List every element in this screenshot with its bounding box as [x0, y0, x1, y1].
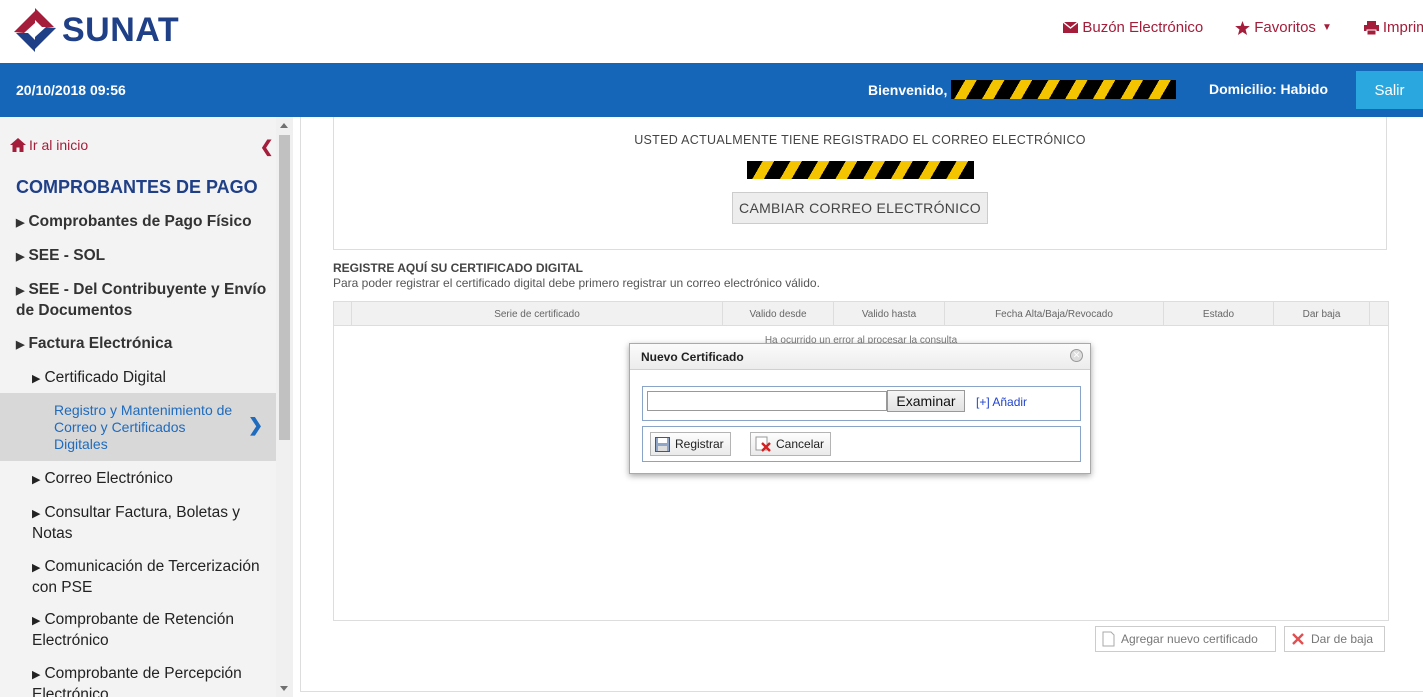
favoritos-link[interactable]: Favoritos ▼ — [1235, 19, 1332, 36]
caret-down-icon: ▼ — [1321, 22, 1332, 33]
domicilio-status: Domicilio: Habido — [1209, 81, 1328, 97]
cert-section-subtitle: Para poder registrar el certificado digi… — [333, 276, 820, 290]
sidebar-item-see-sol[interactable]: ▶ SEE - SOL — [16, 246, 271, 267]
save-disk-icon — [655, 436, 670, 452]
star-icon — [1235, 20, 1251, 35]
sidebar-item-label: Factura Electrónica — [28, 335, 173, 352]
buzon-link[interactable]: Buzón Electrónico — [1063, 19, 1203, 36]
dialog-title: Nuevo Certificado — [641, 350, 744, 364]
triangle-right-icon: ▶ — [32, 508, 41, 520]
home-link[interactable]: Ir al inicio — [10, 137, 88, 153]
chevron-right-icon: ❯ — [248, 415, 264, 435]
scroll-up-icon[interactable] — [280, 123, 288, 128]
triangle-right-icon: ▶ — [16, 285, 25, 297]
sidebar-title: COMPROBANTES DE PAGO — [16, 177, 258, 197]
change-email-button[interactable]: CAMBIAR CORREO ELECTRÓNICO — [732, 192, 988, 224]
red-x-icon — [1292, 633, 1304, 645]
redacted-username — [951, 80, 1176, 99]
sidebar-subitem-consultar[interactable]: ▶ Consultar Factura, Boletas y Notas — [32, 503, 267, 544]
close-icon[interactable]: ✕ — [1070, 349, 1083, 362]
triangle-right-icon: ▶ — [32, 474, 41, 486]
col-estado[interactable]: Estado — [1164, 302, 1274, 326]
logout-button[interactable]: Salir — [1356, 71, 1423, 109]
table-header: Serie de certificado Valido desde Valido… — [334, 302, 1388, 326]
imprimir-link[interactable]: Imprimir — [1363, 19, 1423, 36]
sidebar-subitem-percepcion[interactable]: ▶ Comprobante de Percepción Electrónico — [32, 664, 267, 697]
sidebar-item-label: SEE - Del Contribuyente y Envío de Docum… — [16, 281, 267, 319]
new-certificate-dialog: Nuevo Certificado ✕ Examinar [+] Añadir … — [629, 343, 1091, 474]
imprimir-label: Imprimir — [1382, 19, 1423, 36]
triangle-right-icon: ▶ — [16, 339, 25, 351]
redacted-email — [747, 161, 974, 179]
scroll-down-icon[interactable] — [280, 686, 288, 691]
printer-icon — [1363, 20, 1379, 35]
cancel-label: Cancelar — [776, 437, 825, 451]
email-panel: USTED ACTUALMENTE TIENE REGISTRADO EL CO… — [333, 117, 1387, 250]
home-icon — [10, 138, 26, 152]
cert-section-title: REGISTRE AQUÍ SU CERTIFICADO DIGITAL — [333, 261, 584, 275]
add-certificate-button[interactable]: Agregar nuevo certificado — [1095, 626, 1276, 652]
cancel-document-icon — [755, 436, 771, 452]
sunat-logo[interactable]: SUNAT — [10, 6, 179, 54]
sidebar-item-comprobantes-fisico[interactable]: ▶ Comprobantes de Pago Físico — [16, 212, 271, 233]
triangle-right-icon: ▶ — [32, 669, 41, 681]
scroll-thumb[interactable] — [279, 135, 290, 440]
sidebar-subitem-label: Comprobante de Percepción Electrónico — [32, 665, 242, 697]
favoritos-label: Favoritos — [1254, 19, 1316, 36]
sidebar-subitem-label: Consultar Factura, Boletas y Notas — [32, 504, 241, 542]
sidebar-subitem-tercerizacion[interactable]: ▶ Comunicación de Tercerización con PSE — [32, 557, 267, 598]
triangle-right-icon: ▶ — [32, 615, 41, 627]
sidebar-item-see-contribuyente[interactable]: ▶ SEE - Del Contribuyente y Envío de Docu… — [16, 280, 271, 321]
col-dar-baja[interactable]: Dar baja — [1274, 302, 1370, 326]
col-fecha[interactable]: Fecha Alta/Baja/Revocado — [945, 302, 1164, 326]
col-valido-desde[interactable]: Valido desde — [723, 302, 834, 326]
browse-button[interactable]: Examinar — [887, 390, 965, 412]
dialog-actions-panel: Registrar Cancelar — [642, 426, 1081, 462]
col-serie[interactable]: Serie de certificado — [352, 302, 723, 326]
sidebar-item-label: SEE - SOL — [28, 247, 106, 264]
remove-certificate-button[interactable]: Dar de baja — [1284, 626, 1385, 652]
email-title: USTED ACTUALMENTE TIENE REGISTRADO EL CO… — [634, 133, 1086, 147]
sunat-logo-icon — [14, 8, 56, 52]
new-document-icon — [1102, 631, 1115, 647]
sidebar-item-factura-electronica[interactable]: ▶ Factura Electrónica — [16, 334, 271, 355]
sidebar-item-active[interactable]: Registro y Mantenimiento de Correo y Cer… — [0, 393, 276, 461]
active-item-label: Registro y Mantenimiento de Correo y Cer… — [54, 402, 233, 452]
user-bar: 20/10/2018 09:56 Bienvenido, Domicilio: … — [0, 63, 1423, 117]
triangle-right-icon: ▶ — [32, 562, 41, 574]
add-certificate-label: Agregar nuevo certificado — [1121, 632, 1258, 646]
sidebar-subitem-label: Comprobante de Retención Electrónico — [32, 611, 235, 649]
triangle-right-icon: ▶ — [16, 251, 25, 263]
sidebar-subitem-label: Comunicación de Tercerización con PSE — [32, 558, 260, 596]
sidebar-subitem-certificado-digital[interactable]: ▶ Certificado Digital — [32, 368, 267, 389]
sidebar-subitem-retencion[interactable]: ▶ Comprobante de Retención Electrónico — [32, 610, 267, 651]
brand-name: SUNAT — [62, 10, 180, 49]
register-label: Registrar — [675, 437, 724, 451]
add-file-link[interactable]: [+] Añadir — [976, 395, 1027, 409]
buzon-label: Buzón Electrónico — [1082, 19, 1204, 36]
cancel-button[interactable]: Cancelar — [750, 432, 832, 456]
home-label: Ir al inicio — [29, 137, 89, 153]
sidebar-subitem-correo[interactable]: ▶ Correo Electrónico — [32, 469, 267, 490]
dialog-header: Nuevo Certificado ✕ — [630, 344, 1090, 370]
triangle-right-icon: ▶ — [32, 373, 41, 385]
remove-certificate-label: Dar de baja — [1311, 632, 1374, 646]
table-header-spacer — [334, 302, 352, 326]
register-button[interactable]: Registrar — [650, 432, 731, 456]
session-datetime: 20/10/2018 09:56 — [16, 82, 126, 98]
sidebar: Ir al inicio ❮ COMPROBANTES DE PAGO ▶ Com… — [0, 117, 276, 697]
sidebar-subitem-label: Certificado Digital — [44, 369, 166, 386]
col-valido-hasta[interactable]: Valido hasta — [834, 302, 945, 326]
collapse-sidebar-icon[interactable]: ❮ — [260, 137, 273, 157]
triangle-right-icon: ▶ — [16, 217, 25, 229]
sidebar-item-label: Comprobantes de Pago Físico — [28, 213, 252, 230]
file-upload-panel: Examinar [+] Añadir — [642, 386, 1081, 421]
sidebar-subitem-label: Correo Electrónico — [44, 470, 173, 487]
certificate-file-input[interactable] — [647, 391, 887, 411]
sidebar-scrollbar[interactable] — [276, 117, 293, 697]
envelope-icon — [1063, 22, 1079, 33]
top-header: SUNAT Buzón Electrónico Favoritos ▼ Impr… — [0, 0, 1423, 63]
top-links: Buzón Electrónico Favoritos ▼ Imprimir — [1031, 19, 1423, 36]
welcome-label: Bienvenido, — [868, 82, 948, 98]
